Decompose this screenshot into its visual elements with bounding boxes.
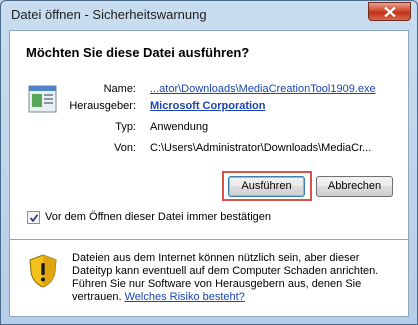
source-label: Von: xyxy=(113,142,136,154)
security-warning-shield-icon xyxy=(29,254,57,288)
checkmark-icon xyxy=(29,214,39,223)
file-name-link[interactable]: ...ator\Downloads\MediaCreationTool1909.… xyxy=(150,83,376,95)
type-value: Anwendung xyxy=(150,121,209,133)
source-value: C:\Users\Administrator\Downloads\MediaCr… xyxy=(150,142,372,154)
close-icon xyxy=(384,7,396,17)
title-bar[interactable]: Datei öffnen - Sicherheitswarnung xyxy=(1,1,417,29)
name-label: Name: xyxy=(103,83,136,95)
dialog-question: Möchten Sie diese Datei ausführen? xyxy=(26,45,250,60)
publisher-label: Herausgeber: xyxy=(69,100,136,112)
warning-panel: Dateien aus dem Internet können nützlich… xyxy=(9,239,409,317)
cancel-button[interactable]: Abbrechen xyxy=(316,176,393,197)
close-button[interactable] xyxy=(368,2,411,21)
publisher-link[interactable]: Microsoft Corporation xyxy=(150,100,266,112)
always-confirm-label[interactable]: Vor dem Öffnen dieser Datei immer bestät… xyxy=(45,211,271,223)
always-confirm-checkbox[interactable] xyxy=(27,211,40,224)
risk-info-link[interactable]: Welches Risiko besteht? xyxy=(125,291,245,303)
security-warning-dialog: Datei öffnen - Sicherheitswarnung Möchte… xyxy=(0,0,418,325)
warning-message: Dateien aus dem Internet können nützlich… xyxy=(72,252,402,304)
window-title: Datei öffnen - Sicherheitswarnung xyxy=(11,7,207,22)
type-label: Typ: xyxy=(115,121,136,133)
run-button[interactable]: Ausführen xyxy=(228,176,305,197)
